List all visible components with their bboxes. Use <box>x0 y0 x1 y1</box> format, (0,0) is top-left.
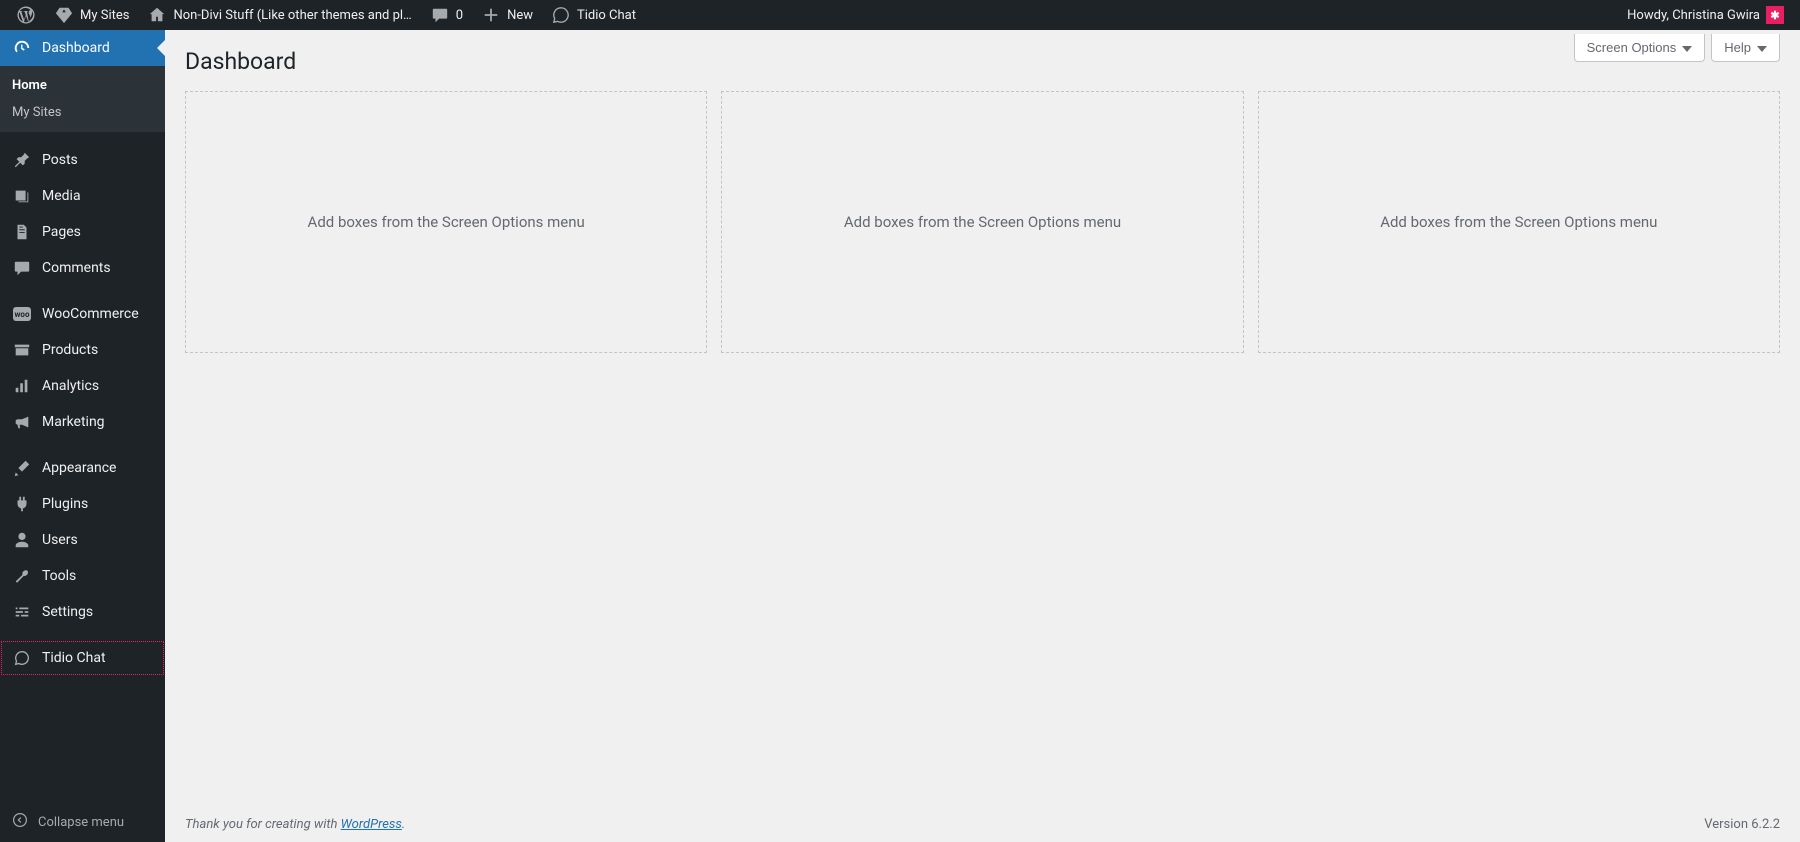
user-icon <box>12 530 32 550</box>
sidebar-item-analytics[interactable]: Analytics <box>0 368 165 404</box>
page-title: Dashboard <box>185 30 1780 85</box>
content-area: Screen Options Help Dashboard Add boxes … <box>165 30 1800 842</box>
dash-dropzone-2[interactable]: Add boxes from the Screen Options menu <box>721 91 1243 353</box>
sidebar-item-plugins[interactable]: Plugins <box>0 486 165 522</box>
sidebar-item-appearance[interactable]: Appearance <box>0 450 165 486</box>
comments-count: 0 <box>456 8 463 23</box>
footer-version: Version 6.2.2 <box>1704 817 1780 832</box>
screen-options-label: Screen Options <box>1587 40 1677 55</box>
admin-bar-right: Howdy, Christina Gwira ✱ <box>1619 0 1792 30</box>
site-name-menu[interactable]: Non-Divi Stuff (Like other themes and pl… <box>139 0 419 30</box>
sidebar-item-posts[interactable]: Posts <box>0 142 165 178</box>
tidio-label: Tidio Chat <box>577 8 636 23</box>
sidebar-appearance-label: Appearance <box>42 460 116 476</box>
sidebar-settings-label: Settings <box>42 604 93 620</box>
wrench-icon <box>12 566 32 586</box>
media-icon <box>12 186 32 206</box>
submenu-my-sites[interactable]: My Sites <box>0 99 165 126</box>
brush-icon <box>12 458 32 478</box>
wp-logo-menu[interactable] <box>8 0 44 30</box>
screen-options-button[interactable]: Screen Options <box>1574 34 1706 62</box>
sidebar-posts-label: Posts <box>42 152 78 168</box>
current-arrow-icon <box>157 40 165 56</box>
collapse-icon <box>12 812 28 832</box>
sidebar-comments-label: Comments <box>42 260 111 276</box>
sidebar-tidio-label: Tidio Chat <box>42 650 106 666</box>
collapse-menu[interactable]: Collapse menu <box>0 802 165 842</box>
page-icon <box>12 222 32 242</box>
submenu-home[interactable]: Home <box>0 72 165 99</box>
tidio-menu[interactable]: Tidio Chat <box>543 0 644 30</box>
home-icon <box>147 5 167 25</box>
tidio-icon <box>12 648 32 668</box>
chat-icon <box>551 5 571 25</box>
dashboard-widgets: Add boxes from the Screen Options menu A… <box>185 91 1780 353</box>
sidebar-item-settings[interactable]: Settings <box>0 594 165 630</box>
sidebar-item-media[interactable]: Media <box>0 178 165 214</box>
wordpress-icon <box>16 5 36 25</box>
sidebar-marketing-label: Marketing <box>42 414 105 430</box>
sidebar-item-comments[interactable]: Comments <box>0 250 165 286</box>
top-controls: Screen Options Help <box>1574 34 1780 62</box>
chevron-down-icon <box>1682 40 1692 55</box>
dash-dropzone-1[interactable]: Add boxes from the Screen Options menu <box>185 91 707 353</box>
sidebar-item-tidio[interactable]: Tidio Chat <box>0 640 165 676</box>
admin-bar-left: My Sites Non-Divi Stuff (Like other them… <box>8 0 644 30</box>
sidebar-woocommerce-label: WooCommerce <box>42 306 139 322</box>
sidebar-item-woocommerce[interactable]: woo WooCommerce <box>0 296 165 332</box>
avatar: ✱ <box>1766 6 1784 24</box>
footer-thanks: Thank you for creating with WordPress. <box>185 817 405 832</box>
megaphone-icon <box>12 412 32 432</box>
comments-icon <box>12 258 32 278</box>
sidebar-users-label: Users <box>42 532 78 548</box>
sidebar-media-label: Media <box>42 188 81 204</box>
dash-dropzone-3[interactable]: Add boxes from the Screen Options menu <box>1258 91 1780 353</box>
sidebar-tools-label: Tools <box>42 568 76 584</box>
sidebar-dashboard-label: Dashboard <box>42 40 110 56</box>
analytics-icon <box>12 376 32 396</box>
plus-icon <box>481 5 501 25</box>
pin-icon <box>12 150 32 170</box>
comment-icon <box>430 5 450 25</box>
dropzone-text: Add boxes from the Screen Options menu <box>844 213 1121 231</box>
new-menu[interactable]: New <box>473 0 541 30</box>
sidebar-item-dashboard[interactable]: Dashboard <box>0 30 165 66</box>
woocommerce-icon: woo <box>12 304 32 324</box>
dashboard-submenu: Home My Sites <box>0 66 165 132</box>
wordpress-link[interactable]: WordPress <box>341 817 402 832</box>
help-label: Help <box>1724 40 1751 55</box>
dropzone-text: Add boxes from the Screen Options menu <box>1380 213 1657 231</box>
sidebar-item-marketing[interactable]: Marketing <box>0 404 165 440</box>
sidebar-plugins-label: Plugins <box>42 496 88 512</box>
dropzone-text: Add boxes from the Screen Options menu <box>308 213 585 231</box>
footer: Thank you for creating with WordPress. V… <box>185 817 1780 832</box>
sidebar-item-pages[interactable]: Pages <box>0 214 165 250</box>
products-icon <box>12 340 32 360</box>
sidebar-item-users[interactable]: Users <box>0 522 165 558</box>
comments-menu[interactable]: 0 <box>422 0 471 30</box>
account-menu[interactable]: Howdy, Christina Gwira ✱ <box>1619 0 1792 30</box>
plugin-icon <box>12 494 32 514</box>
my-sites-menu[interactable]: My Sites <box>46 0 137 30</box>
admin-bar: My Sites Non-Divi Stuff (Like other them… <box>0 0 1800 30</box>
chevron-down-icon <box>1757 40 1767 55</box>
sliders-icon <box>12 602 32 622</box>
sidebar-products-label: Products <box>42 342 98 358</box>
help-button[interactable]: Help <box>1711 34 1780 62</box>
sidebar-item-products[interactable]: Products <box>0 332 165 368</box>
admin-sidebar: Dashboard Home My Sites Posts Media Page… <box>0 30 165 842</box>
howdy-text: Howdy, Christina Gwira <box>1627 8 1760 23</box>
site-name-label: Non-Divi Stuff (Like other themes and pl… <box>173 8 411 23</box>
my-sites-label: My Sites <box>80 8 129 23</box>
sidebar-item-tools[interactable]: Tools <box>0 558 165 594</box>
sidebar-analytics-label: Analytics <box>42 378 99 394</box>
multisite-icon <box>54 5 74 25</box>
dashboard-icon <box>12 38 32 58</box>
sidebar-pages-label: Pages <box>42 224 81 240</box>
collapse-label: Collapse menu <box>38 815 124 830</box>
new-label: New <box>507 8 533 23</box>
